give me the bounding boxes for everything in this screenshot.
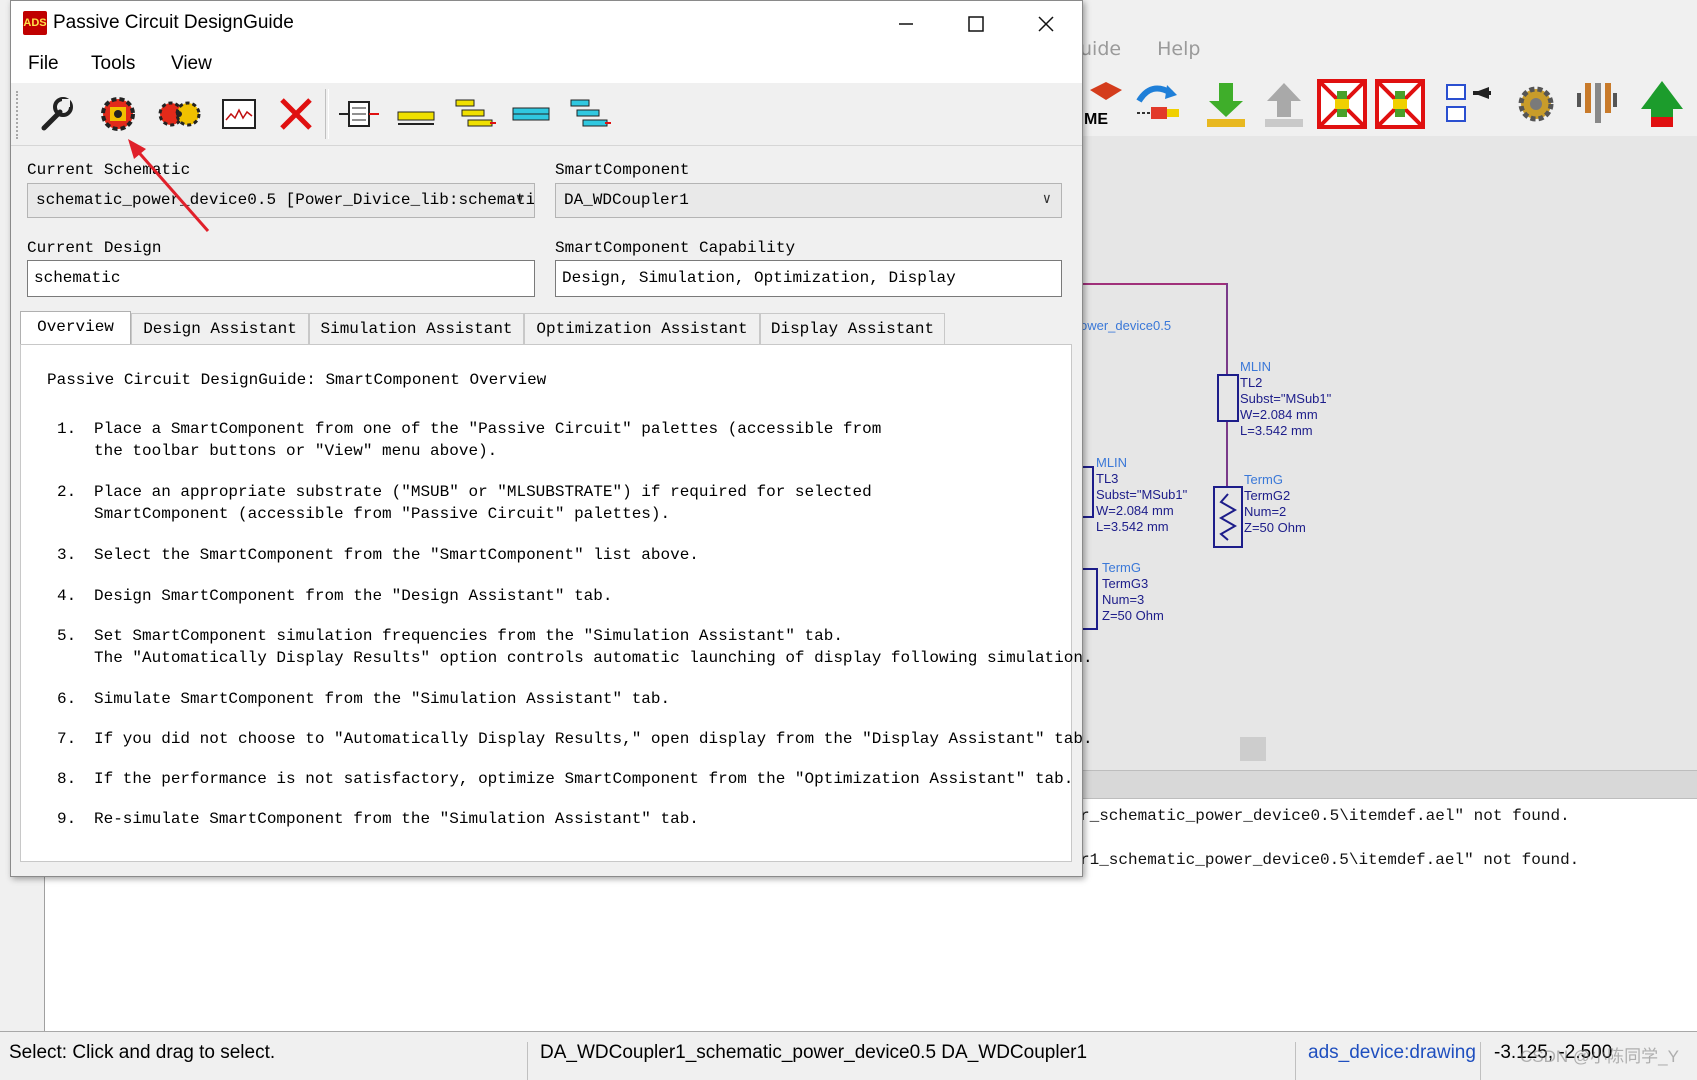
app-logo-icon: ADS <box>23 11 47 35</box>
net-label: ower_device0.5 <box>1080 318 1172 333</box>
termg2-symbol[interactable] <box>1213 486 1243 548</box>
wrench-icon[interactable] <box>33 91 79 137</box>
minimize-button[interactable] <box>871 1 941 47</box>
tl2-symbol[interactable] <box>1217 374 1239 422</box>
bg-tool-sweep-icon[interactable] <box>1130 78 1182 130</box>
bar-cascade-icon[interactable] <box>566 91 612 137</box>
tab-display-assistant[interactable]: Display Assistant <box>760 313 945 345</box>
tab-design-assistant[interactable]: Design Assistant <box>131 313 309 345</box>
maximize-icon <box>968 16 984 32</box>
current-schematic-value: schematic_power_device0.5 [Power_Divice_… <box>36 191 535 209</box>
canvas-scroll-thumb[interactable] <box>1240 737 1266 761</box>
bg-tool-short-icon[interactable] <box>1374 78 1426 130</box>
current-design-label: Current Design <box>27 239 162 257</box>
tl3-label: MLIN TL3 Subst="MSub1" W=2.084 mm L=3.54… <box>1096 455 1188 534</box>
message-line: r1_schematic_power_device0.5\itemdef.ael… <box>1080 851 1580 869</box>
title-bar[interactable]: ADS Passive Circuit DesignGuide <box>11 1 1082 47</box>
toolbar-grip[interactable] <box>16 91 22 139</box>
capability-label: SmartComponent Capability <box>555 239 796 257</box>
capability-field: Design, Simulation, Optimization, Displa… <box>555 260 1062 297</box>
termg3-label: TermG TermG3 Num=3 Z=50 Ohm <box>1102 560 1164 623</box>
chevron-down-icon: ∨ <box>1042 192 1051 208</box>
tab-simulation-assistant[interactable]: Simulation Assistant <box>309 313 524 345</box>
annotation-arrow <box>128 139 210 232</box>
smart-component-label: SmartComponent <box>555 161 690 179</box>
close-button[interactable] <box>1011 1 1081 47</box>
bg-menu-designguide[interactable]: uide <box>1080 38 1121 60</box>
bar-stack-icon[interactable] <box>451 91 497 137</box>
maximize-button[interactable] <box>941 1 1011 47</box>
status-bar: Select: Click and drag to select. DA_WDC… <box>0 1031 1697 1080</box>
status-view-link[interactable]: ads_device:drawing <box>1308 1042 1476 1064</box>
overview-panel: Passive Circuit DesignGuide: SmartCompon… <box>20 344 1093 862</box>
current-design-field[interactable]: schematic <box>27 260 535 297</box>
status-hint: Select: Click and drag to select. <box>9 1042 276 1063</box>
smart-component-icon[interactable] <box>95 91 141 137</box>
bg-tool-gear-icon[interactable] <box>1510 78 1562 130</box>
designguide-dialog: ADS Passive Circuit DesignGuide File Too… <box>10 0 1093 877</box>
schematic-canvas[interactable]: ower_device0.5 MLIN TL2 Subst="MSub1" W=… <box>1080 136 1697 770</box>
close-icon <box>1038 16 1054 32</box>
window-title: Passive Circuit DesignGuide <box>53 12 294 33</box>
tab-overview[interactable]: Overview <box>20 311 131 346</box>
bg-tool-up-arrow-icon[interactable] <box>1636 78 1688 130</box>
bg-tool-component-icon[interactable]: ME <box>1080 78 1132 130</box>
overview-title: Passive Circuit DesignGuide: SmartCompon… <box>47 371 547 389</box>
multi-component-icon[interactable] <box>157 91 203 137</box>
background-menubar: uide Help <box>1080 38 1230 68</box>
bg-tool-hierarchy-icon[interactable] <box>1442 78 1494 130</box>
status-design: DA_WDCoupler1_schematic_power_device0.5 … <box>540 1042 1088 1063</box>
bg-tool-deactivate-icon[interactable] <box>1316 78 1368 130</box>
chevron-down-icon: ∨ <box>515 192 524 208</box>
bg-tool-tune-icon[interactable] <box>1570 78 1622 130</box>
minimize-icon <box>899 23 913 25</box>
bar-cyan-icon[interactable] <box>508 91 554 137</box>
background-toolbar: ME <box>1080 72 1697 137</box>
tl2-label: MLIN TL2 Subst="MSub1" W=2.084 mm L=3.54… <box>1240 359 1332 438</box>
bar-single-icon[interactable] <box>393 91 439 137</box>
menu-view[interactable]: View <box>171 53 212 75</box>
smart-component-select[interactable]: DA_WDCoupler1 ∨ <box>555 183 1062 218</box>
smart-component-value: DA_WDCoupler1 <box>564 191 689 209</box>
current-schematic-select[interactable]: schematic_power_device0.5 [Power_Divice_… <box>27 183 535 218</box>
menu-bar: File Tools View <box>11 47 1082 83</box>
bg-menu-help[interactable]: Help <box>1157 38 1200 60</box>
watermark: CSDN @小陈同学_Y <box>1520 1047 1679 1066</box>
bg-tool-pop-up-icon[interactable] <box>1258 78 1310 130</box>
delete-icon[interactable] <box>273 91 319 137</box>
bg-tool-push-down-icon[interactable] <box>1200 78 1252 130</box>
termg2-label: TermG TermG2 Num=2 Z=50 Ohm <box>1244 472 1306 535</box>
message-line: r_schematic_power_device0.5\itemdef.ael"… <box>1080 807 1570 825</box>
pane-splitter[interactable] <box>1080 770 1697 800</box>
bg-tool-label: ME <box>1084 111 1108 128</box>
menu-file[interactable]: File <box>28 53 59 75</box>
align-center-icon[interactable] <box>336 91 382 137</box>
tab-optimization-assistant[interactable]: Optimization Assistant <box>524 313 760 345</box>
menu-tools[interactable]: Tools <box>91 53 135 75</box>
display-graph-icon[interactable] <box>216 91 262 137</box>
